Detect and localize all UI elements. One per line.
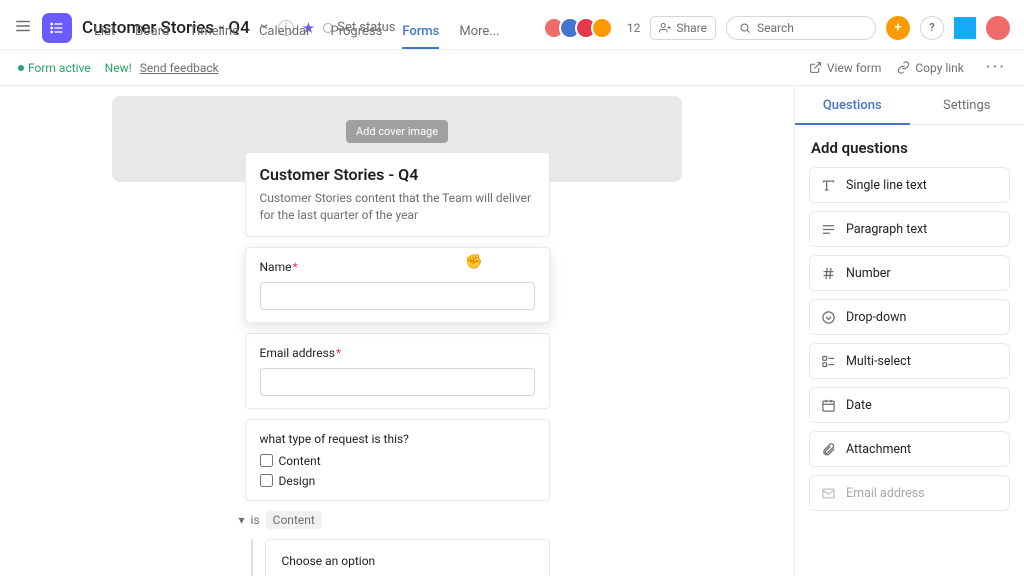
view-form-button[interactable]: View form <box>809 61 882 75</box>
branch-question-card[interactable]: Choose an option Choose one... <box>265 539 550 576</box>
name-input[interactable] <box>260 282 535 310</box>
email-input[interactable] <box>260 368 535 396</box>
multiselect-icon <box>820 353 836 369</box>
add-questions-title: Add questions <box>795 125 1024 167</box>
more-actions-button[interactable]: ··· <box>980 57 1006 78</box>
link-icon <box>897 61 910 74</box>
help-button[interactable]: ? <box>920 16 944 40</box>
search-placeholder: Search <box>757 21 794 35</box>
question-card-name[interactable]: ✊ Name* <box>245 247 550 323</box>
question-label: Name <box>260 260 292 274</box>
new-badge: New! <box>105 61 132 75</box>
add-drop-down[interactable]: Drop-down <box>809 299 1010 335</box>
search-input[interactable]: Search <box>726 16 876 40</box>
tab-board[interactable]: Board <box>135 24 169 49</box>
dropdown-icon <box>820 309 836 325</box>
question-card-email[interactable]: Email address* <box>245 333 550 409</box>
option-design[interactable]: Design <box>260 474 535 488</box>
copy-link-button[interactable]: Copy link <box>897 61 964 75</box>
required-star: * <box>292 260 297 274</box>
tab-more[interactable]: More... <box>459 24 499 49</box>
copy-link-label: Copy link <box>915 61 964 75</box>
paragraph-icon <box>820 221 836 237</box>
add-cover-image-button[interactable]: Add cover image <box>346 120 448 143</box>
send-feedback-link[interactable]: Send feedback <box>140 61 219 75</box>
checkbox[interactable] <box>260 454 273 467</box>
member-count: 12 <box>627 21 641 35</box>
tab-list[interactable]: List <box>94 24 115 49</box>
branch-condition[interactable]: ▾ is Content <box>235 511 550 529</box>
question-label: Choose an option <box>282 554 533 568</box>
tab-timeline[interactable]: Timeline <box>189 24 239 49</box>
checkbox[interactable] <box>260 474 273 487</box>
add-button[interactable]: + <box>886 16 910 40</box>
branch-value-chip[interactable]: Content <box>266 511 322 529</box>
sidepanel-tab-questions[interactable]: Questions <box>795 86 910 125</box>
text-icon <box>820 177 836 193</box>
add-date[interactable]: Date <box>809 387 1010 423</box>
tab-progress[interactable]: Progress <box>331 24 383 49</box>
share-label: Share <box>676 21 707 35</box>
question-label: what type of request is this? <box>260 432 535 446</box>
add-attachment[interactable]: Attachment <box>809 431 1010 467</box>
form-header-card[interactable]: Customer Stories - Q4 Customer Stories c… <box>245 152 550 237</box>
sidepanel-tab-settings[interactable]: Settings <box>910 86 1024 125</box>
member-avatars[interactable] <box>549 17 613 39</box>
tab-calendar[interactable]: Calendar <box>259 24 311 49</box>
view-form-label: View form <box>827 61 882 75</box>
form-active-label: Form active <box>28 61 91 75</box>
grab-cursor-icon: ✊ <box>465 254 482 270</box>
status-dot-icon <box>18 65 24 71</box>
project-icon <box>42 13 72 43</box>
add-single-line-text[interactable]: Single line text <box>809 167 1010 203</box>
add-paragraph-text[interactable]: Paragraph text <box>809 211 1010 247</box>
chevron-down-icon[interactable]: ▾ <box>239 513 245 527</box>
paperclip-icon <box>820 441 836 457</box>
search-icon <box>739 22 751 34</box>
add-email-address: Email address <box>809 475 1010 511</box>
form-active-status[interactable]: Form active <box>18 61 91 75</box>
external-link-icon <box>809 61 822 74</box>
required-star: * <box>336 346 341 360</box>
add-number[interactable]: Number <box>809 255 1010 291</box>
number-icon <box>820 265 836 281</box>
avatar <box>591 17 613 39</box>
form-title[interactable]: Customer Stories - Q4 <box>260 165 535 184</box>
share-button[interactable]: Share <box>650 16 716 40</box>
app-indicator[interactable] <box>954 17 976 39</box>
tab-forms[interactable]: Forms <box>402 24 439 49</box>
add-multi-select[interactable]: Multi-select <box>809 343 1010 379</box>
question-label: Email address <box>260 346 335 360</box>
branch-is-label: is <box>251 513 260 527</box>
menu-toggle-icon[interactable] <box>14 17 32 39</box>
calendar-icon <box>820 397 836 413</box>
option-content[interactable]: Content <box>260 454 535 468</box>
mail-icon <box>820 485 836 501</box>
user-avatar[interactable] <box>986 16 1010 40</box>
form-description[interactable]: Customer Stories content that the Team w… <box>260 190 535 224</box>
question-card-request-type[interactable]: what type of request is this? Content De… <box>245 419 550 501</box>
